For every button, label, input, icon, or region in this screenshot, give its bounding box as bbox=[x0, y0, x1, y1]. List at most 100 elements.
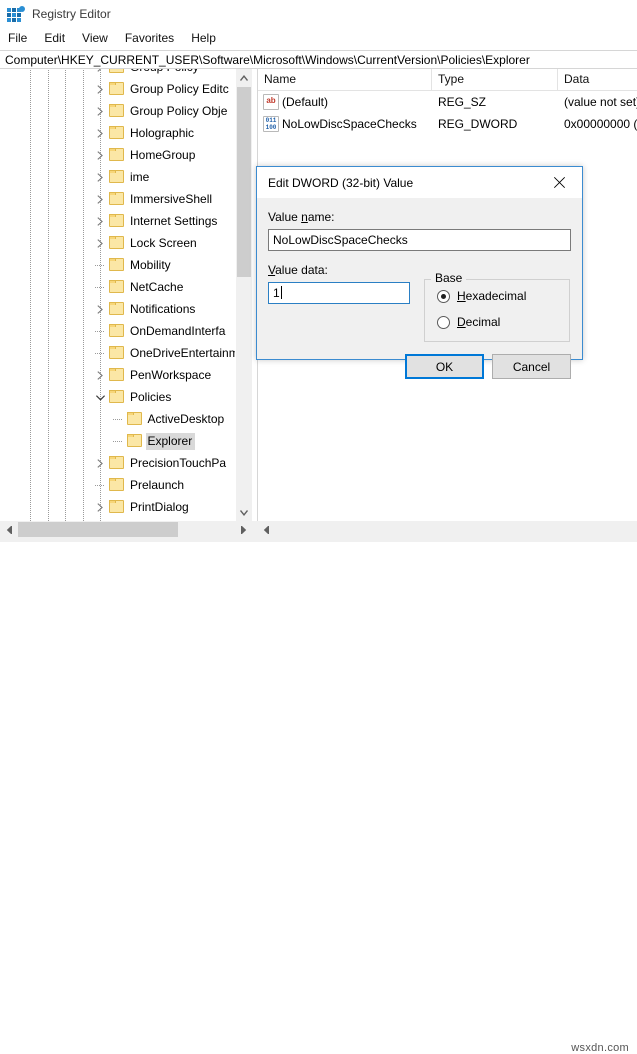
list-horizontal-scrollbar[interactable] bbox=[257, 521, 637, 538]
tree-scroll-thumb[interactable] bbox=[237, 87, 251, 277]
address-path: Computer\HKEY_CURRENT_USER\Software\Micr… bbox=[5, 52, 530, 67]
radio-decimal-label: Decimal bbox=[457, 315, 501, 329]
tree-item[interactable]: Group Policy Editc bbox=[0, 78, 236, 100]
scroll-left-arrow-icon[interactable] bbox=[0, 521, 17, 538]
tree-hscroll-thumb[interactable] bbox=[18, 522, 178, 537]
value-data-input[interactable]: 1 bbox=[268, 282, 410, 304]
cell-name: (Default) bbox=[282, 95, 329, 109]
title-bar: Registry Editor bbox=[0, 0, 637, 27]
chevron-right-icon[interactable] bbox=[92, 367, 108, 383]
scroll-down-arrow-icon[interactable] bbox=[236, 504, 252, 521]
list-scroll-left-arrow-icon[interactable] bbox=[257, 521, 274, 538]
tree-item[interactable]: HomeGroup bbox=[0, 144, 236, 166]
tree-item[interactable]: Policies bbox=[0, 386, 236, 408]
tree-item-label: Mobility bbox=[130, 258, 171, 272]
tree-connector bbox=[112, 419, 123, 420]
tree-item[interactable]: Lock Screen bbox=[0, 232, 236, 254]
tree-item[interactable]: NetCache bbox=[0, 276, 236, 298]
column-header-name[interactable]: Name bbox=[258, 69, 432, 90]
chevron-right-icon[interactable] bbox=[92, 125, 108, 141]
tree-vertical-scrollbar[interactable] bbox=[235, 69, 252, 521]
registry-tree-pane: Group Policy Group Policy Editc Group Poli… bbox=[0, 69, 252, 521]
tree-item[interactable]: Group Policy bbox=[0, 69, 236, 78]
tree-item[interactable]: ImmersiveShell bbox=[0, 188, 236, 210]
tree-connector bbox=[95, 331, 105, 332]
chevron-right-icon[interactable] bbox=[92, 81, 108, 97]
base-group-label: Base bbox=[431, 271, 467, 285]
column-header-type[interactable]: Type bbox=[432, 69, 558, 90]
tree-item[interactable]: Holographic bbox=[0, 122, 236, 144]
folder-icon bbox=[109, 170, 124, 183]
chevron-right-icon[interactable] bbox=[92, 147, 108, 163]
folder-icon bbox=[109, 214, 124, 227]
value-data-label: Value data: bbox=[268, 263, 328, 277]
address-bar[interactable]: Computer\HKEY_CURRENT_USER\Software\Micr… bbox=[0, 50, 637, 69]
column-header-data[interactable]: Data bbox=[558, 69, 637, 90]
chevron-right-icon[interactable] bbox=[92, 455, 108, 471]
chevron-right-icon[interactable] bbox=[92, 191, 108, 207]
tree-connector bbox=[112, 441, 123, 442]
tree-item[interactable]: OneDriveEntertainment bbox=[0, 342, 236, 364]
tree-horizontal-scrollbar[interactable] bbox=[0, 521, 252, 538]
radio-decimal[interactable]: Decimal bbox=[437, 315, 500, 329]
tree-item[interactable]: OnDemandInterfa bbox=[0, 320, 236, 342]
chevron-right-icon[interactable] bbox=[92, 69, 108, 75]
tree-item[interactable]: Prelaunch bbox=[0, 474, 236, 496]
tree-item[interactable]: Explorer bbox=[0, 430, 236, 452]
ok-button[interactable]: OK bbox=[405, 354, 484, 379]
folder-icon bbox=[109, 236, 124, 249]
chevron-right-icon[interactable] bbox=[92, 301, 108, 317]
folder-icon bbox=[126, 412, 142, 425]
tree-item[interactable]: ime bbox=[0, 166, 236, 188]
chevron-right-icon[interactable] bbox=[92, 103, 108, 119]
window-title: Registry Editor bbox=[32, 6, 111, 21]
tree-item[interactable]: PrecisionTouchPa bbox=[0, 452, 236, 474]
folder-icon bbox=[109, 346, 124, 359]
tree-item-label: Internet Settings bbox=[130, 214, 218, 228]
tree-item[interactable]: PenWorkspace bbox=[0, 364, 236, 386]
folder-icon bbox=[109, 82, 124, 95]
tree-item[interactable]: Internet Settings bbox=[0, 210, 236, 232]
scroll-right-arrow-icon[interactable] bbox=[235, 521, 252, 538]
menu-item-help[interactable]: Help bbox=[191, 29, 225, 47]
folder-icon bbox=[109, 302, 124, 315]
value-name-input[interactable]: NoLowDiscSpaceChecks bbox=[268, 229, 571, 251]
tree-item-label: NetCache bbox=[130, 280, 184, 294]
tree-item[interactable]: ActiveDesktop bbox=[0, 408, 236, 430]
radio-hexadecimal-label: Hexadecimal bbox=[457, 289, 527, 303]
chevron-right-icon[interactable] bbox=[92, 235, 108, 251]
tree-connector bbox=[95, 353, 105, 354]
radio-decimal-indicator bbox=[437, 315, 450, 329]
menu-item-file[interactable]: File bbox=[8, 29, 36, 47]
dialog-body: Value name: NoLowDiscSpaceChecks Value d… bbox=[257, 198, 582, 379]
chevron-right-icon[interactable] bbox=[92, 213, 108, 229]
tree-item-label: HomeGroup bbox=[130, 148, 196, 162]
chevron-down-icon[interactable] bbox=[92, 389, 108, 405]
tree-item-label: Group Policy Editc bbox=[130, 82, 229, 96]
cell-type: REG_SZ bbox=[438, 95, 487, 109]
scroll-up-arrow-icon[interactable] bbox=[236, 69, 252, 86]
close-icon[interactable] bbox=[537, 167, 582, 197]
tree-item[interactable]: PrintDialog bbox=[0, 496, 236, 518]
folder-icon bbox=[109, 324, 124, 337]
tree-item-label: ime bbox=[130, 170, 150, 184]
cancel-button[interactable]: Cancel bbox=[492, 354, 571, 379]
tree-item-label: Holographic bbox=[130, 126, 195, 140]
tree-item[interactable]: Notifications bbox=[0, 298, 236, 320]
menu-item-edit[interactable]: Edit bbox=[44, 29, 74, 47]
chevron-right-icon[interactable] bbox=[92, 169, 108, 185]
table-row[interactable]: ab (Default) REG_SZ (value not set) bbox=[258, 91, 637, 113]
tree-item[interactable]: Group Policy Obje bbox=[0, 100, 236, 122]
table-row[interactable]: 011 100 NoLowDiscSpaceChecks REG_DWORD 0x000… bbox=[258, 113, 637, 135]
menu-item-view[interactable]: View bbox=[82, 29, 117, 47]
folder-icon bbox=[109, 368, 124, 381]
tree-item-label-selected: Explorer bbox=[145, 433, 196, 450]
tree-item-label: PrecisionTouchPa bbox=[130, 456, 227, 470]
menu-item-favorites[interactable]: Favorites bbox=[125, 29, 183, 47]
folder-icon bbox=[109, 192, 124, 205]
tree-item[interactable]: Mobility bbox=[0, 254, 236, 276]
chevron-right-icon[interactable] bbox=[92, 499, 108, 515]
folder-icon bbox=[109, 258, 124, 271]
radio-hexadecimal[interactable]: Hexadecimal bbox=[437, 289, 526, 303]
tree-item-label: Group Policy Obje bbox=[130, 104, 228, 118]
